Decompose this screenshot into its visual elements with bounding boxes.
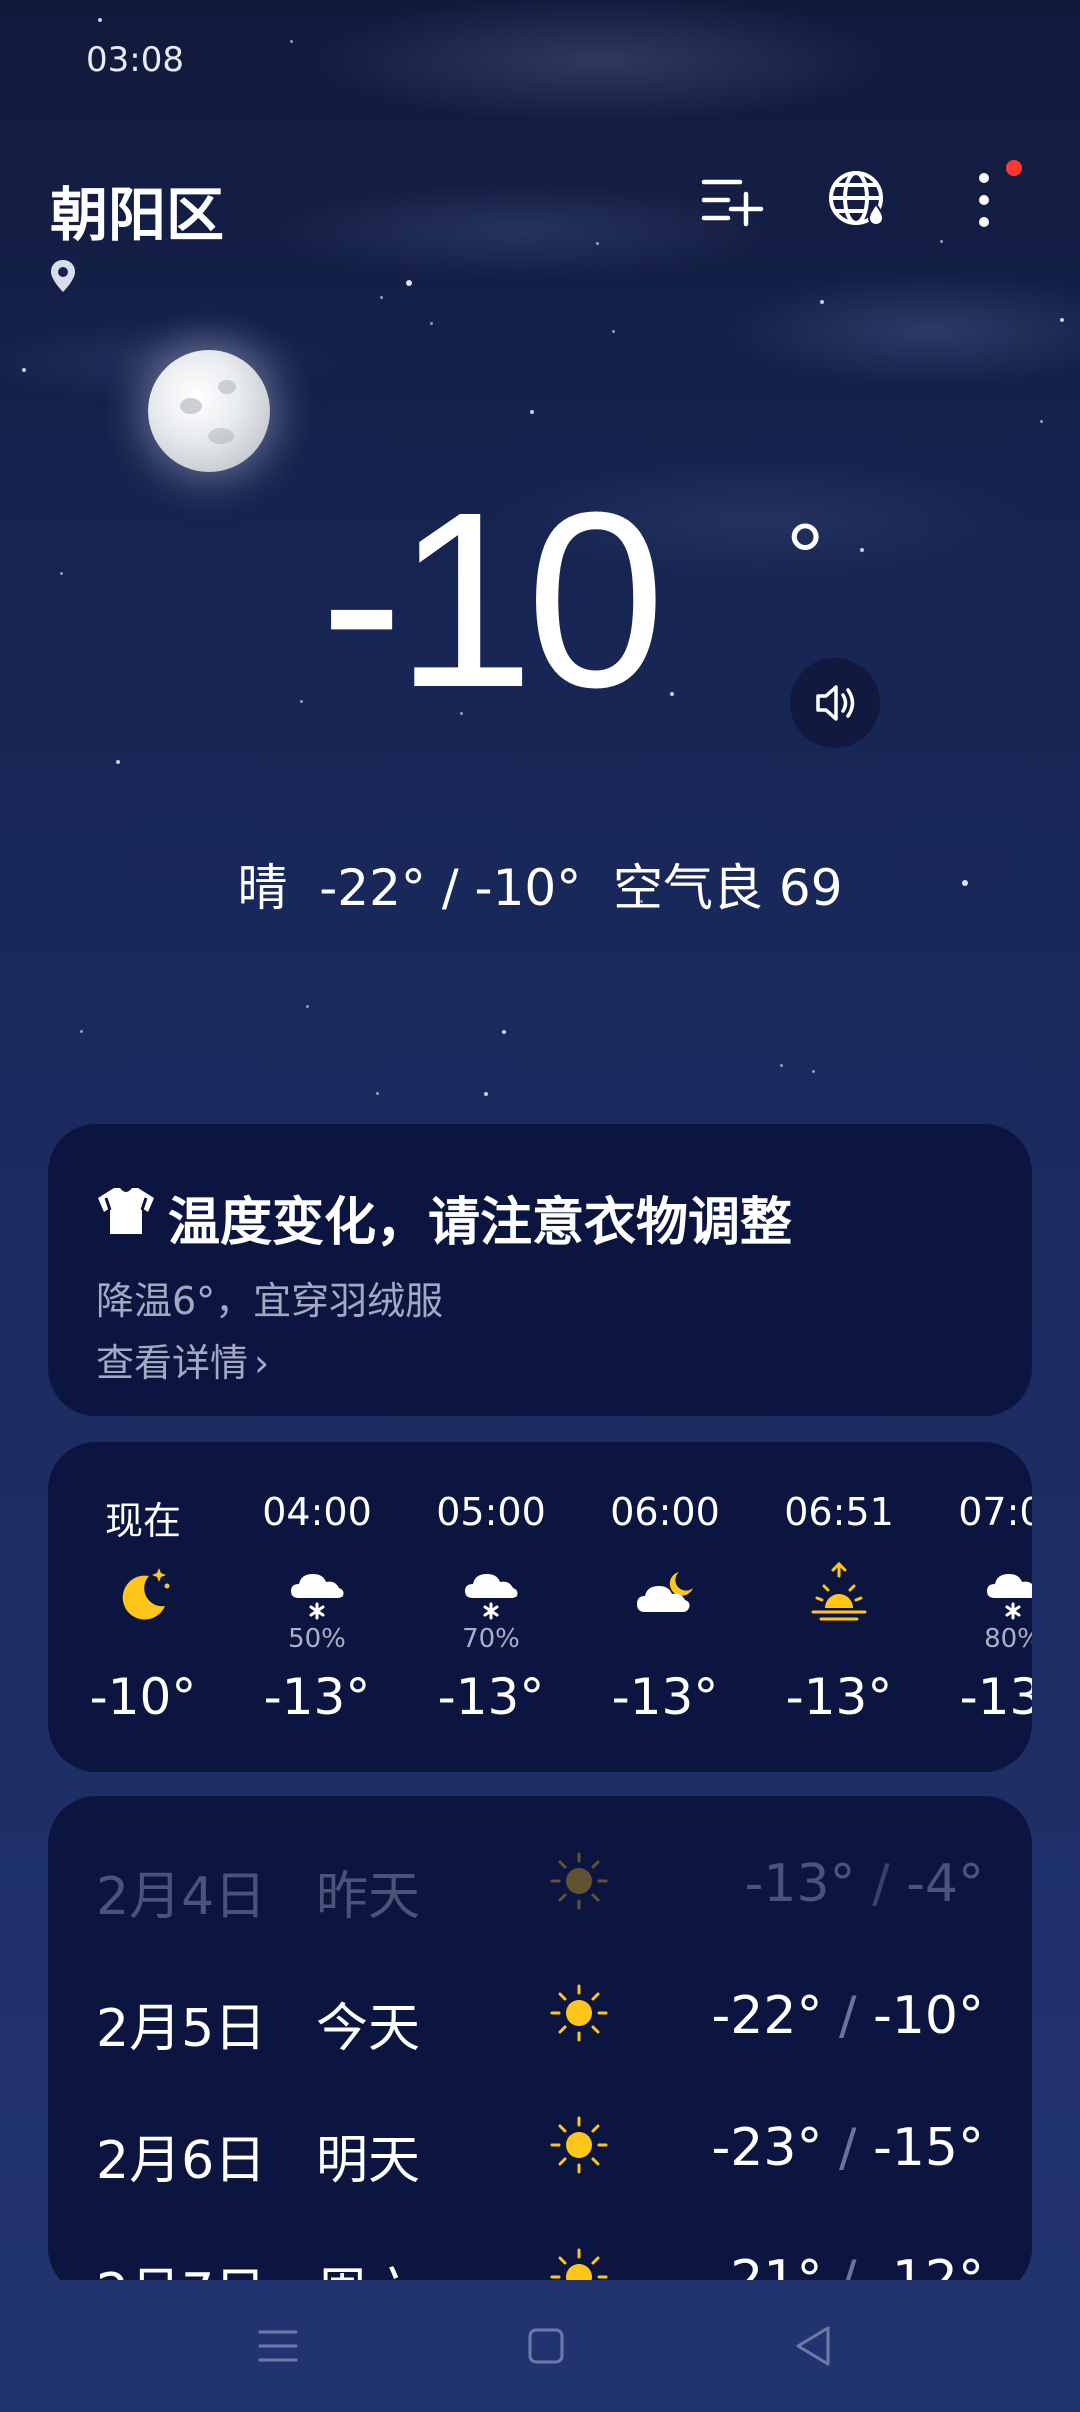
shirt-icon xyxy=(98,1188,154,1234)
hour-time: 07:00 xyxy=(958,1490,1032,1534)
home-square-icon[interactable] xyxy=(520,2320,572,2372)
hour-item: 06:00 -13° xyxy=(590,1442,740,1772)
cloudy-night-icon xyxy=(637,1572,693,1612)
current-temperature: -10 xyxy=(320,460,665,739)
day-high: -15° xyxy=(873,2118,984,2178)
clothing-tip-card[interactable]: 温度变化，请注意衣物调整 降温6°，宜穿羽绒服 查看详情 › xyxy=(48,1124,1032,1416)
hour-temp: -13° xyxy=(263,1668,371,1726)
day-high: -10° xyxy=(873,1986,984,2046)
sun-icon xyxy=(550,2116,608,2174)
more-vert-icon[interactable] xyxy=(952,168,1016,232)
day-temp-range: -23° / -15° xyxy=(712,2118,984,2178)
voice-broadcast-button[interactable] xyxy=(790,658,880,748)
hour-pop: 80% xyxy=(984,1624,1032,1654)
snow-cloud-icon xyxy=(465,1574,518,1620)
status-bar-time: 03:08 xyxy=(86,40,184,80)
temp-separator: / xyxy=(839,1986,857,2046)
system-navigation-bar xyxy=(0,2280,1080,2412)
hour-temp: -13° xyxy=(959,1668,1032,1726)
day-label: 今天 xyxy=(316,1999,421,2059)
globe-icon[interactable] xyxy=(826,168,890,232)
hour-time: 06:00 xyxy=(610,1490,720,1534)
day-high: -4° xyxy=(906,1854,984,1914)
sunrise-icon xyxy=(811,1562,867,1621)
sun-icon xyxy=(550,1984,608,2042)
snow-cloud-icon xyxy=(291,1574,344,1620)
day-date: 2月6日 xyxy=(96,2131,267,2191)
daily-row-yesterday[interactable]: 2月4日 昨天 -13° / -4° xyxy=(48,1826,1032,1946)
hour-temp: -13° xyxy=(611,1668,719,1726)
weather-summary: 晴 -22° / -10° 空气良 69 xyxy=(237,859,843,917)
day-low: -22° xyxy=(711,1986,823,2046)
day-low: -23° xyxy=(711,2118,823,2178)
hourly-forecast-card[interactable]: 现在 -10° 04:00 50% -13° 05:00 70% -13° 06… xyxy=(48,1442,1032,1772)
hour-temp: -13° xyxy=(785,1668,893,1726)
hour-time: 05:00 xyxy=(436,1490,546,1534)
moon-icon xyxy=(148,350,270,472)
day-date: 2月5日 xyxy=(96,1999,267,2059)
day-date: 2月4日 xyxy=(96,1867,267,1927)
hour-item: 04:00 50% -13° xyxy=(242,1442,392,1772)
day-label: 昨天 xyxy=(316,1867,421,1927)
city-list-add-icon[interactable] xyxy=(700,168,764,232)
hour-item: 05:00 70% -13° xyxy=(416,1442,566,1772)
temp-separator: / xyxy=(839,2118,857,2178)
notification-dot xyxy=(1006,160,1022,176)
day-temp-range: -22° / -10° xyxy=(712,1986,984,2046)
hour-pop: 50% xyxy=(288,1624,346,1654)
hour-time: 06:51 xyxy=(784,1490,894,1534)
hour-pop: 70% xyxy=(462,1624,520,1654)
back-triangle-icon[interactable] xyxy=(788,2320,840,2372)
hour-item: 06:51 -13° xyxy=(764,1442,914,1772)
day-temp-range: -13° / -4° xyxy=(745,1854,984,1914)
chevron-right-icon: › xyxy=(254,1341,270,1385)
daily-row-today[interactable]: 2月5日 今天 -22° / -10° xyxy=(48,1958,1032,2078)
sun-icon xyxy=(550,1852,608,1910)
day-label: 明天 xyxy=(316,2131,421,2191)
speaker-icon xyxy=(816,685,855,721)
degree-symbol: ° xyxy=(786,504,825,611)
location-name[interactable]: 朝阳区 xyxy=(50,168,224,252)
hour-time: 04:00 xyxy=(262,1490,372,1534)
hour-temp: -10° xyxy=(89,1668,197,1726)
day-low: -13° xyxy=(744,1854,856,1914)
daily-forecast-card[interactable]: 2月4日 昨天 -13° / -4° 2月5日 今天 -22° / -10° 2… xyxy=(48,1796,1032,2296)
hour-time: 现在 xyxy=(104,1499,181,1543)
tip-title: 温度变化，请注意衣物调整 xyxy=(168,1193,793,1253)
tip-subtitle: 降温6°，宜穿羽绒服 xyxy=(96,1279,444,1323)
hour-item: 07:00 80% -13° xyxy=(938,1442,1032,1772)
daily-row-tomorrow[interactable]: 2月6日 明天 -23° / -15° xyxy=(48,2090,1032,2210)
hour-temp: -13° xyxy=(437,1668,545,1726)
hour-item: 现在 -10° xyxy=(68,1442,218,1772)
location-pin-icon xyxy=(51,260,75,292)
moon-stars-icon xyxy=(122,1568,170,1620)
view-details-link[interactable]: 查看详情 › xyxy=(96,1332,269,1387)
view-details-label: 查看详情 xyxy=(96,1341,249,1385)
menu-icon[interactable] xyxy=(252,2320,304,2372)
temp-separator: / xyxy=(872,1854,890,1914)
snow-cloud-icon xyxy=(987,1574,1032,1620)
